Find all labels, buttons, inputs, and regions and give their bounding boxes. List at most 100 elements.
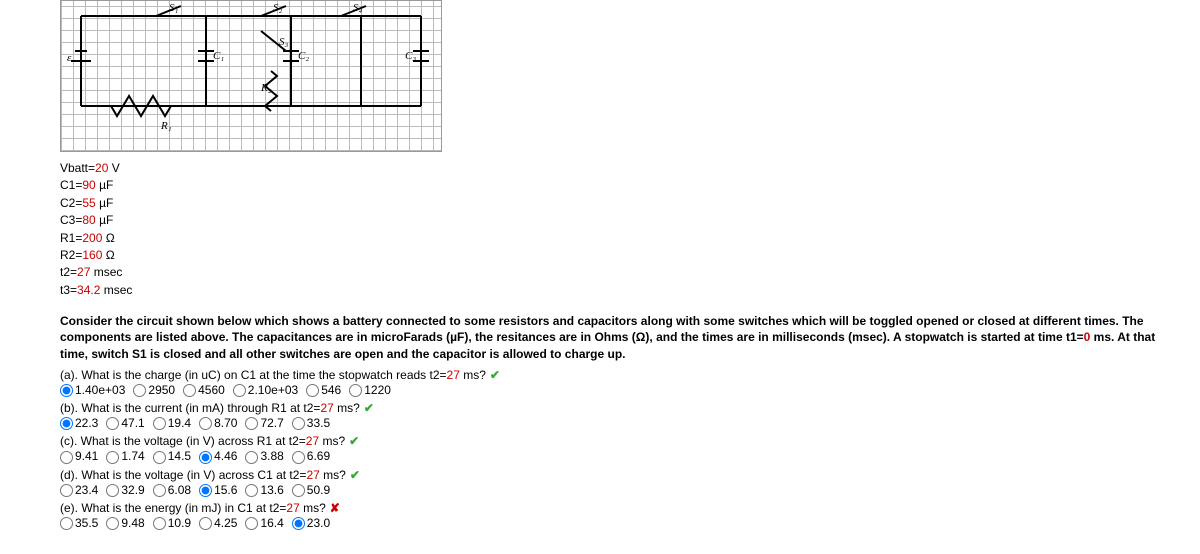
part-a-option[interactable]: 4560 [183,383,225,397]
part-b-option[interactable]: 8.70 [199,416,237,430]
option-label: 1.74 [121,449,144,463]
part-c-radio[interactable] [292,451,305,464]
option-label: 32.9 [121,483,144,497]
part-b-radio[interactable] [106,417,119,430]
given-label: C3 [60,213,75,227]
given-unit: Ω [106,231,115,245]
part-c-option[interactable]: 9.41 [60,449,98,463]
part-a-radio[interactable] [306,384,319,397]
part-a-radio[interactable] [60,384,73,397]
option-label: 546 [321,383,341,397]
part-a-option[interactable]: 2950 [133,383,175,397]
part-e-option[interactable]: 23.0 [292,516,330,530]
given-unit: msec [94,265,123,279]
given-unit: µF [99,178,113,192]
part-c-question: (c). What is the voltage (in V) across R… [60,434,1180,448]
part-d-radio[interactable] [106,484,119,497]
part-d-option[interactable]: 50.9 [292,483,330,497]
question-parts: (a). What is the charge (in uC) on C1 at… [60,368,1180,531]
label-r1: R₁ [160,120,172,132]
part-b-option[interactable]: 47.1 [106,416,144,430]
part-a-option[interactable]: 1220 [349,383,391,397]
part-e-radio[interactable] [245,517,258,530]
option-label: 1.40e+03 [75,383,125,397]
part-b-option[interactable]: 22.3 [60,416,98,430]
part-d-option[interactable]: 15.6 [199,483,237,497]
part-e-radio[interactable] [199,517,212,530]
part-a-radio[interactable] [349,384,362,397]
label-c2: C₂ [298,50,309,62]
option-label: 19.4 [168,416,191,430]
part-d-radio[interactable] [199,484,212,497]
part-e-option[interactable]: 16.4 [245,516,283,530]
part-c-option[interactable]: 3.88 [245,449,283,463]
part-e-radio[interactable] [106,517,119,530]
part-d-radio[interactable] [60,484,73,497]
part-b-option[interactable]: 19.4 [153,416,191,430]
given-value: 90 [82,178,95,192]
given-unit: msec [104,283,133,297]
option-label: 4.25 [214,516,237,530]
part-b-radio[interactable] [153,417,166,430]
part-a-radio[interactable] [183,384,196,397]
part-d-option[interactable]: 6.08 [153,483,191,497]
part-d-radio[interactable] [292,484,305,497]
given-row: t2=27 msec [60,264,1180,281]
given-label: Vbatt [60,161,88,175]
check-icon: ✔ [364,401,374,415]
given-values: Vbatt=20 VC1=90 µFC2=55 µFC3=80 µFR1=200… [60,160,1180,299]
part-d-radio[interactable] [153,484,166,497]
part-e-option[interactable]: 4.25 [199,516,237,530]
part-e-option[interactable]: 10.9 [153,516,191,530]
part-e-option[interactable]: 9.48 [106,516,144,530]
option-label: 47.1 [121,416,144,430]
check-icon: ✔ [490,368,500,382]
part-c-option[interactable]: 4.46 [199,449,237,463]
part-c-radio[interactable] [60,451,73,464]
given-unit: Ω [106,248,115,262]
option-label: 9.48 [121,516,144,530]
part-a-radio[interactable] [133,384,146,397]
circuit-diagram: S₁ S₂ S₄ S₃ ε C₁ C₂ C₃ R₁ R₂ [60,0,442,152]
part-c-radio[interactable] [199,451,212,464]
part-c-options: 9.41 1.74 14.5 4.46 3.88 6.69 [60,449,1180,463]
part-e-radio[interactable] [60,517,73,530]
part-a-option[interactable]: 2.10e+03 [233,383,298,397]
given-label: t2 [60,265,70,279]
part-d-radio[interactable] [245,484,258,497]
part-c-option[interactable]: 1.74 [106,449,144,463]
option-label: 4.46 [214,449,237,463]
part-b-radio[interactable] [60,417,73,430]
part-a-option[interactable]: 1.40e+03 [60,383,125,397]
part-a-option[interactable]: 546 [306,383,341,397]
part-c-radio[interactable] [106,451,119,464]
part-e-radio[interactable] [292,517,305,530]
part-b-option[interactable]: 33.5 [292,416,330,430]
part-c-radio[interactable] [245,451,258,464]
part-c-radio[interactable] [153,451,166,464]
option-label: 50.9 [307,483,330,497]
part-d-option[interactable]: 13.6 [245,483,283,497]
part-a-t2: 27 [447,368,460,382]
part-b-option[interactable]: 72.7 [245,416,283,430]
part-e-option[interactable]: 35.5 [60,516,98,530]
given-unit: µF [99,213,113,227]
part-c-option[interactable]: 14.5 [153,449,191,463]
part-c-option[interactable]: 6.69 [292,449,330,463]
part-e-radio[interactable] [153,517,166,530]
part-b-radio[interactable] [199,417,212,430]
option-label: 16.4 [260,516,283,530]
part-a-question: (a). What is the charge (in uC) on C1 at… [60,368,1180,382]
option-label: 10.9 [168,516,191,530]
given-unit: V [112,161,120,175]
given-row: C3=80 µF [60,212,1180,229]
part-b-radio[interactable] [245,417,258,430]
circuit-svg: S₁ S₂ S₄ S₃ ε C₁ C₂ C₃ R₁ R₂ [61,1,441,151]
check-icon: ✔ [350,468,360,482]
part-d-option[interactable]: 23.4 [60,483,98,497]
part-b-radio[interactable] [292,417,305,430]
part-d-option[interactable]: 32.9 [106,483,144,497]
given-unit: µF [99,196,113,210]
given-label: t3 [60,283,70,297]
part-a-radio[interactable] [233,384,246,397]
